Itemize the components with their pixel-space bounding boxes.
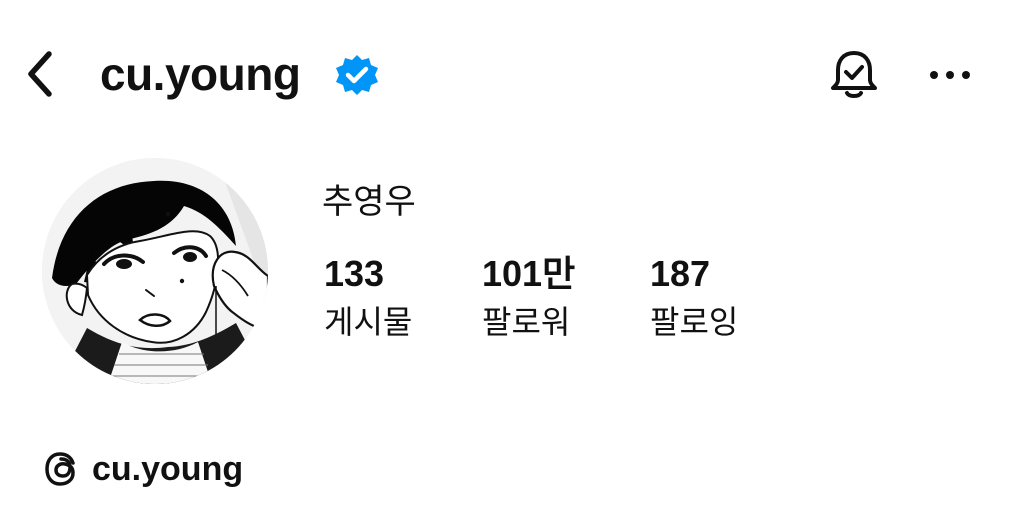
followers-stat[interactable]: 101만 팔로워 xyxy=(482,252,575,342)
threads-handle: cu.young xyxy=(92,450,244,488)
profile-display-name: 추영우 xyxy=(322,183,416,221)
more-options-button[interactable] xyxy=(922,52,978,98)
threads-profile-link[interactable]: cu.young xyxy=(42,444,243,494)
more-horizontal-icon xyxy=(930,71,970,79)
posts-count: 133 xyxy=(324,253,385,294)
following-stat[interactable]: 187 팔로잉 xyxy=(650,252,738,342)
followers-count: 101만 xyxy=(482,253,576,294)
manga-portrait-image xyxy=(42,158,268,384)
profile-username-title: cu.young xyxy=(100,48,301,100)
bell-check-icon xyxy=(831,51,877,98)
profile-avatar[interactable] xyxy=(42,158,268,384)
back-button[interactable] xyxy=(18,48,64,100)
following-count: 187 xyxy=(650,253,711,294)
profile-screen: cu.young 추영우 133 게시물 101만 팔로워 187 팔로잉 cu… xyxy=(0,0,1024,508)
threads-icon xyxy=(45,452,75,486)
followers-label: 팔로워 xyxy=(482,304,571,340)
profile-header: cu.young xyxy=(0,0,1024,140)
posts-label: 게시물 xyxy=(324,304,413,340)
posts-stat[interactable]: 133 게시물 xyxy=(324,252,412,342)
following-label: 팔로잉 xyxy=(650,304,739,340)
verified-badge-icon xyxy=(336,55,378,95)
notification-bell-button[interactable] xyxy=(822,44,886,106)
chevron-left-icon xyxy=(28,51,52,97)
